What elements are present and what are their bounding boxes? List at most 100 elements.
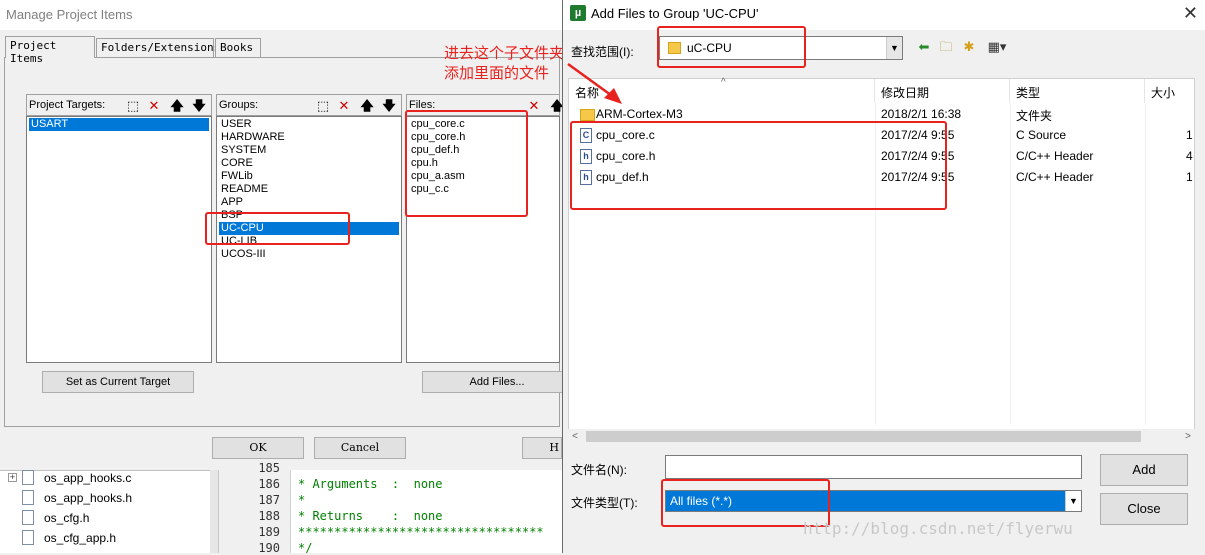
group-item[interactable]: SYSTEM <box>219 144 399 157</box>
group-item[interactable]: FWLib <box>219 170 399 183</box>
file-icon <box>22 510 34 525</box>
tab-folders-extensions[interactable]: Folders/Extensions <box>96 38 220 57</box>
view-menu-icon[interactable]: ▦▾ <box>983 38 1011 56</box>
sort-up-icon: ^ <box>721 77 726 88</box>
horizontal-scrollbar[interactable]: < > <box>568 429 1195 444</box>
group-item[interactable]: UC-LIB <box>219 235 399 248</box>
keil-app-icon: µ <box>570 5 586 21</box>
group-item[interactable]: CORE <box>219 157 399 170</box>
file-type: C Source <box>1016 128 1067 142</box>
manage-project-items-window: Manage Project Items Project Items Folde… <box>0 0 572 470</box>
file-item[interactable]: cpu_def.h <box>409 144 557 157</box>
file-item[interactable]: cpu_a.asm <box>409 170 557 183</box>
add-button[interactable]: Add <box>1100 454 1188 486</box>
tree-scrollbar[interactable] <box>210 470 218 553</box>
project-tree: + os_app_hooks.c os_app_hooks.h os_cfg.h… <box>0 470 210 553</box>
file-icon <box>22 470 34 485</box>
file-type: 文件夹 <box>1016 109 1053 123</box>
file-date: 2018/2/1 16:38 <box>881 107 962 121</box>
file-icon <box>22 490 34 505</box>
help-button[interactable]: H <box>522 437 562 459</box>
move-up-icon[interactable]: 🡅 <box>359 98 375 114</box>
column-date[interactable]: 修改日期 <box>875 79 1010 103</box>
cancel-button[interactable]: Cancel <box>314 437 406 459</box>
add-files-button[interactable]: Add Files... <box>422 371 572 393</box>
up-folder-icon[interactable]: 🗀 <box>937 38 955 56</box>
file-type-value: All files (*.*) <box>670 494 733 508</box>
tree-item-label: os_cfg_app.h <box>44 531 117 545</box>
new-group-icon[interactable]: ⬚ <box>315 98 331 114</box>
c-file-icon: C <box>580 128 592 143</box>
back-arrow-icon[interactable]: ⬅ <box>915 38 933 56</box>
h-file-icon: h <box>580 170 592 185</box>
file-type-select[interactable]: All files (*.*) ▼ <box>665 490 1082 512</box>
targets-listbox[interactable]: USART <box>26 116 212 363</box>
h-file-icon: h <box>580 149 592 164</box>
scroll-left-icon[interactable]: < <box>568 429 582 444</box>
line-number-gutter: 185 186 187 188 189 190 <box>218 461 290 555</box>
column-size[interactable]: 大小 <box>1145 79 1196 103</box>
file-row[interactable]: C cpu_core.c 2017/2/4 9:55 C Source 1 <box>569 125 1196 146</box>
code-editor[interactable]: * Arguments : none * * Returns : none **… <box>290 470 562 553</box>
move-down-icon[interactable]: 🡇 <box>191 98 207 114</box>
file-list-view[interactable]: 名称 ^ 修改日期 类型 大小 ARM-Cortex-M3 2018/2/1 1… <box>568 77 1196 444</box>
group-item[interactable]: UCOS-III <box>219 248 399 261</box>
file-name-input[interactable] <box>665 455 1082 479</box>
manage-window-title: Manage Project Items <box>6 7 133 22</box>
code-line: * Returns : none <box>298 509 443 523</box>
new-folder-icon[interactable]: ✱ <box>960 38 978 56</box>
file-row[interactable]: h cpu_core.h 2017/2/4 9:55 C/C++ Header … <box>569 146 1196 167</box>
new-target-icon[interactable]: ⬚ <box>125 98 141 114</box>
close-button[interactable]: Close <box>1100 493 1188 525</box>
annotation-text: 进去这个子文件夹 添加里面的文件 <box>444 44 564 84</box>
file-item[interactable]: cpu_core.h <box>409 131 557 144</box>
manage-window-titlebar: Manage Project Items <box>0 0 562 30</box>
group-item[interactable]: BSP <box>219 209 399 222</box>
file-type: C/C++ Header <box>1016 149 1094 163</box>
target-item-usart[interactable]: USART <box>29 118 209 131</box>
groups-label: Groups: <box>219 99 259 111</box>
arrow-head <box>604 88 622 104</box>
file-item[interactable]: cpu_core.c <box>409 118 557 131</box>
group-item[interactable]: README <box>219 183 399 196</box>
chevron-down-icon[interactable]: ▼ <box>1065 491 1081 511</box>
arrow-shaft <box>567 62 616 100</box>
targets-header: Project Targets: ⬚ ✕ 🡅 🡇 <box>26 94 212 116</box>
file-item[interactable]: cpu.h <box>409 157 557 170</box>
files-header: Files: ✕ 🡅 <box>406 94 564 116</box>
tab-books[interactable]: Books <box>215 38 261 57</box>
scroll-right-icon[interactable]: > <box>1181 429 1195 444</box>
file-row[interactable]: ARM-Cortex-M3 2018/2/1 16:38 文件夹 <box>569 104 1196 125</box>
file-icon <box>22 530 34 545</box>
code-line: * Arguments : none <box>298 477 443 491</box>
dialog-titlebar: µ Add Files to Group 'UC-CPU' ✕ <box>563 0 1205 30</box>
delete-group-icon[interactable]: ✕ <box>336 98 352 114</box>
move-down-icon[interactable]: 🡇 <box>381 98 397 114</box>
close-icon[interactable]: ✕ <box>1183 3 1198 24</box>
files-listbox[interactable]: cpu_core.c cpu_core.h cpu_def.h cpu.h cp… <box>406 116 560 363</box>
ok-button[interactable]: OK <box>212 437 304 459</box>
group-item-selected[interactable]: UC-CPU <box>219 222 399 235</box>
file-item[interactable]: cpu_c.c <box>409 183 557 196</box>
chevron-down-icon[interactable]: ▼ <box>886 37 902 59</box>
scrollbar-thumb[interactable] <box>586 431 1141 442</box>
group-item[interactable]: USER <box>219 118 399 131</box>
look-in-combo[interactable]: uC-CPU ▼ <box>659 36 903 60</box>
tree-item-label: os_app_hooks.h <box>44 491 133 505</box>
line-number: 189 <box>258 525 280 539</box>
expand-icon[interactable]: + <box>8 473 17 482</box>
group-item[interactable]: APP <box>219 196 399 209</box>
delete-target-icon[interactable]: ✕ <box>146 98 162 114</box>
file-size: 1 <box>1186 128 1193 142</box>
delete-file-icon[interactable]: ✕ <box>526 98 542 114</box>
column-type[interactable]: 类型 <box>1010 79 1145 103</box>
tree-item-label: os_cfg.h <box>44 511 90 525</box>
folder-icon <box>668 42 681 54</box>
group-item[interactable]: HARDWARE <box>219 131 399 144</box>
tab-project-items[interactable]: Project Items <box>5 36 95 65</box>
annotation-line-1: 进去这个子文件夹 <box>444 45 565 62</box>
move-up-icon[interactable]: 🡅 <box>169 98 185 114</box>
groups-listbox[interactable]: USER HARDWARE SYSTEM CORE FWLib README A… <box>216 116 402 363</box>
file-row[interactable]: h cpu_def.h 2017/2/4 9:55 C/C++ Header 1 <box>569 167 1196 188</box>
set-current-target-button[interactable]: Set as Current Target <box>42 371 194 393</box>
